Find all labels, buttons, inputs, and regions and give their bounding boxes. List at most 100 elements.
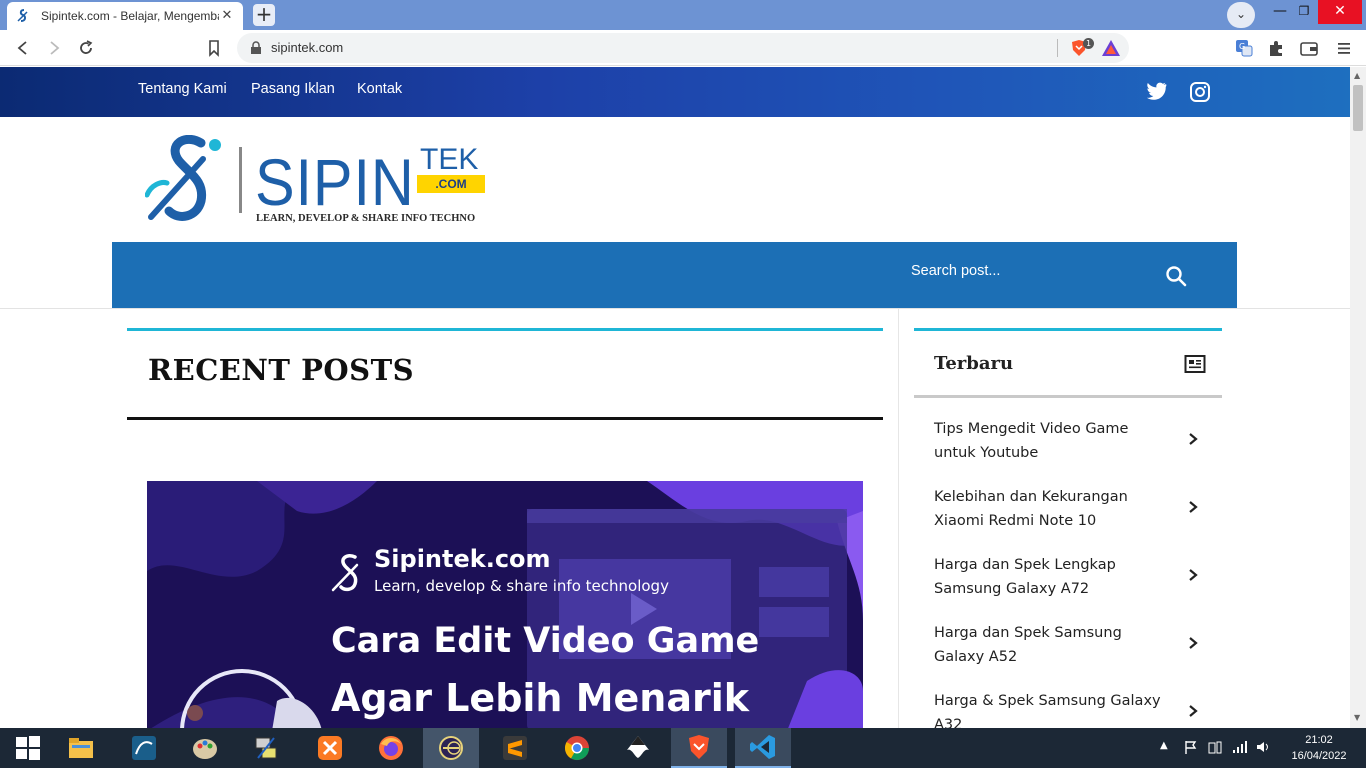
chevron-right-icon: [1189, 501, 1198, 513]
browser-tab-strip: Sipintek.com - Belajar, Mengembangkan ✕ …: [0, 0, 1366, 30]
sidebar-post-title[interactable]: Harga dan Spek Lengkap Samsung Galaxy A7…: [934, 553, 1174, 601]
extensions-puzzle-icon[interactable]: [1265, 37, 1287, 59]
taskbar-firefox[interactable]: [363, 728, 419, 768]
sidebar-post-item[interactable]: Harga & Spek Samsung Galaxy A32: [934, 689, 1204, 728]
newspaper-icon: [1184, 355, 1206, 373]
taskbar-chrome[interactable]: [549, 728, 605, 768]
sidebar-post-item[interactable]: Harga dan Spek Samsung Galaxy A52: [934, 621, 1204, 677]
tab-title: Sipintek.com - Belajar, Mengembangkan: [41, 9, 219, 23]
section-title: RECENT POSTS: [148, 353, 415, 387]
search-bar: Search post...: [112, 242, 1237, 308]
sidebar-divider: [898, 309, 899, 728]
nav-link-contact[interactable]: Kontak: [357, 81, 402, 97]
sidebar-post-item[interactable]: Kelebihan dan Kekurangan Xiaomi Redmi No…: [934, 485, 1204, 541]
taskbar-file-explorer[interactable]: [53, 728, 109, 768]
logo-divider: [239, 147, 242, 213]
sidebar-post-title[interactable]: Kelebihan dan Kekurangan Xiaomi Redmi No…: [934, 485, 1174, 533]
wifi-signal-icon[interactable]: [1231, 739, 1247, 755]
wallet-icon[interactable]: [1298, 37, 1320, 59]
browser-tab[interactable]: Sipintek.com - Belajar, Mengembangkan ✕: [7, 2, 243, 30]
sipintek-mark-icon: [331, 553, 359, 592]
taskbar-mysql-workbench[interactable]: [116, 728, 172, 768]
minimize-button[interactable]: —: [1268, 0, 1292, 24]
twitter-icon[interactable]: [1145, 81, 1167, 101]
nav-link-advertise[interactable]: Pasang Iklan: [251, 81, 335, 97]
vscode-icon: [750, 735, 775, 759]
page-scrollbar[interactable]: ▲ ▼: [1350, 67, 1366, 728]
reload-icon[interactable]: [75, 37, 97, 59]
taskbar-eclipse[interactable]: [423, 728, 479, 768]
address-bar-divider: [1057, 39, 1058, 57]
logo-wordmark: SIPIN: [255, 145, 415, 219]
brave-icon: [689, 735, 709, 759]
tab-search-button[interactable]: ⌄: [1227, 2, 1255, 28]
browser-toolbar: sipintek.com 1 G: [0, 30, 1366, 66]
sidebar-post-item[interactable]: Tips Mengedit Video Game untuk Youtube: [934, 417, 1204, 473]
taskbar-sublime-text[interactable]: [487, 728, 543, 768]
logo-wordmark-suffix: TEK: [420, 143, 479, 176]
action-center-flag-icon[interactable]: [1183, 739, 1199, 755]
search-icon[interactable]: [1165, 265, 1187, 287]
section-accent-line: [127, 328, 883, 331]
taskbar-clock[interactable]: 21:02 16/04/2022: [1288, 732, 1350, 764]
start-button[interactable]: [0, 728, 56, 768]
sidebar-post-item[interactable]: Harga dan Spek Lengkap Samsung Galaxy A7…: [934, 553, 1204, 609]
browser-menu-icon[interactable]: [1333, 37, 1355, 59]
scroll-down-arrow-icon[interactable]: ▼: [1354, 713, 1360, 722]
firefox-icon: [379, 736, 403, 760]
windows-taskbar: ▲ 21:02 16/04/2022: [0, 728, 1366, 768]
tab-close-icon[interactable]: ✕: [219, 8, 235, 24]
sidebar-post-title[interactable]: Harga & Spek Samsung Galaxy A32: [934, 689, 1174, 728]
new-tab-button[interactable]: +: [253, 4, 275, 26]
featured-image-tagline: Learn, develop & share info technology: [374, 577, 669, 595]
web-page: Tentang Kami Pasang Iklan Kontak SIPIN T…: [0, 67, 1350, 728]
close-window-button[interactable]: ✕: [1318, 0, 1362, 24]
taskbar-network-tool[interactable]: [238, 728, 294, 768]
site-logo[interactable]: SIPIN TEK .COM LEARN, DEVELOP & SHARE IN…: [145, 135, 495, 225]
taskbar-inkscape[interactable]: [610, 728, 666, 768]
tray-overflow-icon[interactable]: ▲: [1160, 740, 1168, 751]
url-text[interactable]: sipintek.com: [271, 40, 343, 55]
featured-image-brand: Sipintek.com: [374, 545, 551, 573]
nav-link-about[interactable]: Tentang Kami: [138, 81, 227, 97]
svg-text:G: G: [1239, 42, 1245, 51]
sidebar-title: Terbaru: [934, 353, 1014, 374]
address-bar[interactable]: sipintek.com 1: [237, 33, 1129, 63]
forward-icon[interactable]: [43, 37, 65, 59]
taskbar-xampp[interactable]: [302, 728, 358, 768]
lock-icon: [251, 41, 261, 54]
taskbar-paint[interactable]: [177, 728, 233, 768]
scroll-up-arrow-icon[interactable]: ▲: [1354, 71, 1360, 80]
instagram-icon[interactable]: [1189, 81, 1211, 103]
windows-logo-icon: [16, 736, 40, 760]
sidebar-post-title[interactable]: Tips Mengedit Video Game untuk Youtube: [934, 417, 1174, 465]
xampp-icon: [318, 736, 342, 760]
clock-time: 21:02: [1305, 734, 1333, 746]
shield-count-badge: 1: [1083, 38, 1094, 49]
site-top-nav: Tentang Kami Pasang Iklan Kontak: [0, 67, 1350, 117]
featured-image-headline-1: Cara Edit Video Game: [331, 621, 760, 661]
featured-post-image[interactable]: Sipintek.com Learn, develop & share info…: [147, 481, 863, 728]
taskbar-brave[interactable]: [671, 728, 727, 768]
sidebar-post-title[interactable]: Harga dan Spek Samsung Galaxy A52: [934, 621, 1174, 669]
brave-rewards-icon[interactable]: [1101, 39, 1121, 57]
bookmark-icon[interactable]: [203, 37, 225, 59]
back-icon[interactable]: [12, 37, 34, 59]
logo-domain-badge: .COM: [417, 175, 485, 193]
sidebar-accent-line: [914, 328, 1222, 331]
chevron-right-icon: [1189, 433, 1198, 445]
search-input[interactable]: Search post...: [911, 263, 1141, 279]
chevron-right-icon: [1189, 637, 1198, 649]
section-underline: [127, 417, 883, 420]
network-tool-icon: [255, 737, 277, 759]
restore-button[interactable]: ❐: [1292, 0, 1316, 24]
mysql-workbench-icon: [132, 736, 156, 760]
volume-icon[interactable]: [1255, 739, 1271, 755]
sidebar-title-underline: [914, 395, 1222, 398]
chrome-icon: [564, 736, 589, 761]
sublime-text-icon: [503, 736, 527, 760]
translate-extension-icon[interactable]: G: [1233, 37, 1255, 59]
scrollbar-thumb[interactable]: [1353, 85, 1363, 131]
taskbar-vscode[interactable]: [735, 728, 791, 768]
battery-plug-icon[interactable]: [1207, 739, 1223, 755]
